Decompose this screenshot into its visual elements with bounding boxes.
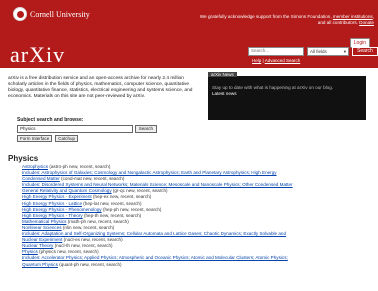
news-panel: arXiv News Stay up to date with what is …	[208, 72, 366, 120]
catchup-link[interactable]: Catchup	[55, 135, 79, 142]
category-meta[interactable]: (hep-th new, recent, search)	[84, 213, 141, 218]
intro-text: arXiv is a free distribution service and…	[8, 76, 193, 99]
field-select[interactable]: All fields ▾	[307, 47, 349, 56]
subcategories[interactable]: Includes: Disordered Systems and Neural …	[22, 182, 293, 187]
subject-search-title: Subject search and browse:	[17, 117, 84, 123]
category-meta[interactable]: (nucl-ex new, recent, search)	[64, 237, 123, 242]
physics-list: Astrophysics (astro-ph new, recent, sear…	[22, 164, 372, 268]
category-meta[interactable]: (quant-ph new, recent, search)	[59, 262, 121, 267]
category-link[interactable]: Mathematical Physics	[22, 219, 66, 224]
list-item: Nonlinear Sciences (nlin new, recent, se…	[22, 225, 372, 237]
search-input[interactable]: Search...	[248, 47, 304, 56]
arxiv-logo[interactable]: arXiv	[10, 42, 65, 68]
category-link[interactable]: Nonlinear Sciences	[22, 225, 62, 230]
subject-select[interactable]: Physics	[17, 125, 133, 133]
category-link[interactable]: High Energy Physics - Lattice	[22, 201, 82, 206]
top-bar: Cornell University We gratefully acknowl…	[0, 0, 378, 36]
category-meta[interactable]: (astro-ph new, recent, search)	[49, 164, 110, 169]
category-meta[interactable]: (cond-mat new, recent, search)	[61, 176, 124, 181]
category-link[interactable]: Physics	[22, 249, 38, 254]
list-item: Quantum Physics (quant-ph new, recent, s…	[22, 262, 372, 268]
subject-search: Subject search and browse: Physics Searc…	[17, 117, 157, 142]
category-link[interactable]: Condensed Matter	[22, 176, 60, 181]
list-item: Astrophysics (astro-ph new, recent, sear…	[22, 164, 372, 176]
support-text: We gratefully acknowledge support from t…	[199, 14, 332, 19]
category-link[interactable]: High Energy Physics - Experiment	[22, 194, 92, 199]
subcategories[interactable]: Includes: Astrophysics of Galaxies; Cosm…	[22, 170, 277, 175]
category-link[interactable]: High Energy Physics - Phenomenology	[22, 207, 102, 212]
category-link[interactable]: Astrophysics	[22, 164, 48, 169]
subcategories[interactable]: Includes: Accelerator Physics; Applied P…	[22, 255, 288, 260]
category-link[interactable]: Nuclear Theory	[22, 243, 53, 248]
institution-name: Cornell University	[30, 9, 90, 19]
header: arXiv Login Search... All fields ▾ Searc…	[0, 36, 378, 68]
category-meta[interactable]: (gr-qc new, recent, search)	[113, 188, 168, 193]
category-meta[interactable]: (hep-ex new, recent, search)	[93, 194, 151, 199]
list-item: Condensed Matter (cond-mat new, recent, …	[22, 176, 372, 188]
search-button[interactable]: Search	[352, 47, 378, 56]
latest-news-link[interactable]: Latest news	[212, 91, 362, 97]
category-meta[interactable]: (math-ph new, recent, search)	[68, 219, 129, 224]
news-tab[interactable]: arXiv News	[208, 72, 237, 77]
advanced-search-link[interactable]: Advanced Search	[265, 58, 301, 63]
category-link[interactable]: Nuclear Experiment	[22, 237, 62, 242]
cornell-seal-icon	[13, 7, 27, 21]
category-meta[interactable]: (nlin new, recent, search)	[63, 225, 114, 230]
help-links: Help | Advanced Search	[252, 58, 301, 63]
list-item: Physics (physics new, recent, search)Inc…	[22, 249, 372, 261]
field-select-value: All fields	[310, 49, 327, 54]
member-institutions-link[interactable]: member institutions	[333, 14, 373, 19]
help-link[interactable]: Help	[252, 58, 261, 63]
support-notice: We gratefully acknowledge support from t…	[194, 14, 374, 26]
category-link[interactable]: Quantum Physics	[22, 262, 58, 267]
cornell-logo[interactable]: Cornell University	[13, 7, 90, 21]
subject-search-button[interactable]: Search	[134, 125, 157, 133]
chevron-down-icon: ▾	[343, 48, 346, 54]
form-interface-link[interactable]: Form Interface	[17, 135, 53, 142]
search-bar: Search... All fields ▾ Search	[248, 47, 378, 56]
category-meta[interactable]: (hep-ph new, recent, search)	[103, 207, 161, 212]
donate-link[interactable]: Donate	[359, 20, 374, 25]
subcategories[interactable]: Includes: Adaptation and Self-Organizing…	[22, 231, 286, 236]
category-link[interactable]: High Energy Physics - Theory	[22, 213, 83, 218]
category-meta[interactable]: (nucl-th new, recent, search)	[55, 243, 113, 248]
category-meta[interactable]: (physics new, recent, search)	[39, 249, 99, 254]
physics-heading: Physics	[8, 154, 39, 163]
category-link[interactable]: General Relativity and Quantum Cosmology	[22, 188, 112, 193]
category-meta[interactable]: (hep-lat new, recent, search)	[83, 201, 141, 206]
